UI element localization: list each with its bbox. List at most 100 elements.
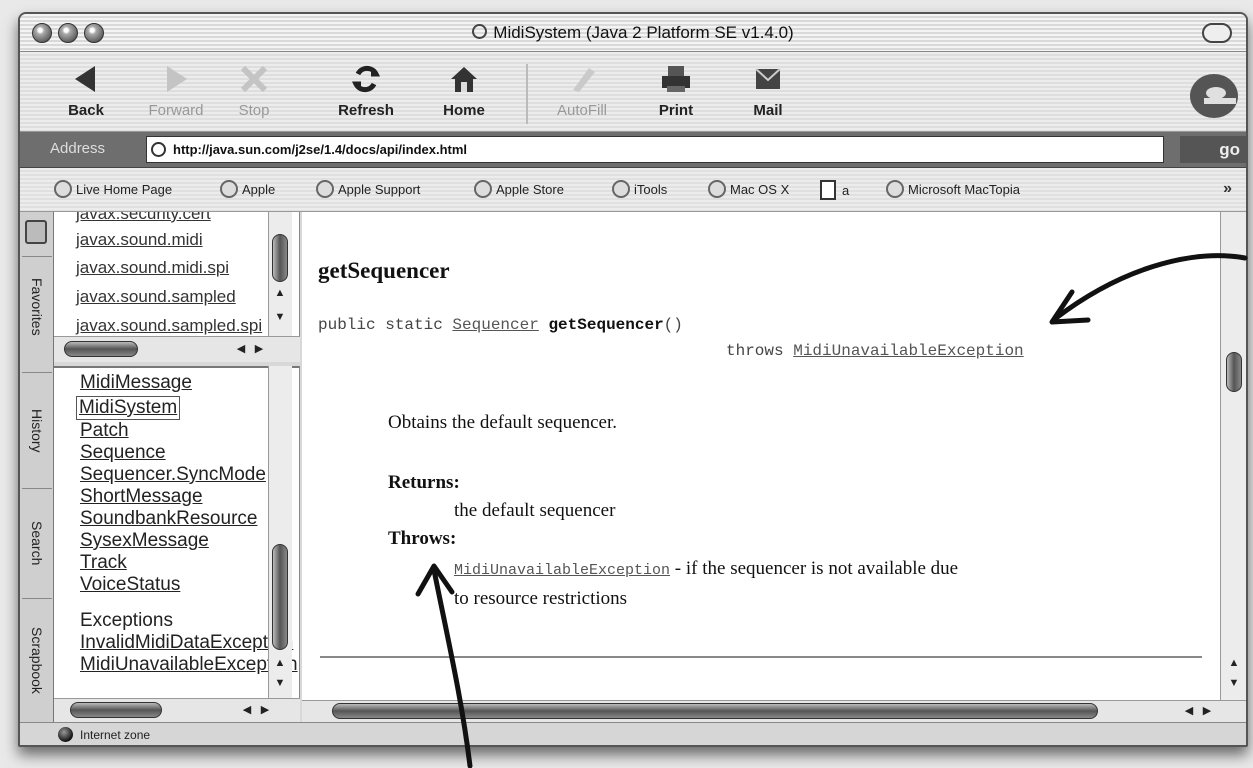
favorites-bar: Live Home Page Apple Apple Support Apple…: [20, 168, 1246, 212]
scroll-down-arrow-icon[interactable]: ▼: [273, 676, 287, 690]
mail-label: Mail: [753, 102, 783, 119]
scroll-thumb[interactable]: [1226, 352, 1242, 392]
method-title: getSequencer: [318, 258, 450, 283]
class-link[interactable]: Sequence: [80, 442, 166, 464]
scroll-thumb[interactable]: [64, 341, 138, 357]
package-link[interactable]: javax.sound.midi: [76, 230, 203, 250]
tab-favorites[interactable]: Favorites: [22, 256, 52, 356]
globe-icon: [708, 180, 726, 198]
package-link[interactable]: javax.sound.sampled.spi: [76, 316, 262, 336]
globe-icon: [220, 180, 238, 198]
content-hscroll[interactable]: ◀ ▶: [302, 700, 1246, 722]
fav-apple-support[interactable]: Apple Support: [316, 180, 420, 202]
scroll-down-arrow-icon[interactable]: ▼: [273, 310, 287, 324]
return-type-link[interactable]: Sequencer: [452, 316, 538, 334]
back-button[interactable]: Back: [46, 62, 126, 119]
class-link[interactable]: SysexMessage: [80, 530, 209, 552]
fav-mac-os-x[interactable]: Mac OS X: [708, 180, 789, 202]
method-description: Obtains the default sequencer.: [388, 412, 617, 433]
tab-scrapbook[interactable]: Scrapbook: [22, 598, 52, 722]
fav-apple-store[interactable]: Apple Store: [474, 180, 564, 202]
exception-doc-link[interactable]: MidiUnavailableException: [454, 562, 670, 579]
tab-label: History: [29, 408, 45, 453]
method-signature: public static Sequencer getSequencer(): [318, 316, 683, 334]
doc-content: getSequencer public static Sequencer get…: [302, 212, 1220, 700]
fav-itools[interactable]: iTools: [612, 180, 667, 202]
package-link[interactable]: javax.sound.midi.spi: [76, 258, 229, 278]
class-link[interactable]: Patch: [80, 420, 129, 442]
scroll-left-arrow-icon[interactable]: ◀: [234, 342, 248, 356]
class-link[interactable]: Sequencer.SyncMode: [80, 464, 266, 486]
throws-keyword: throws: [726, 342, 794, 360]
class-list-hscroll[interactable]: ◀ ▶: [54, 698, 300, 722]
printer-icon: [662, 66, 690, 92]
scroll-down-arrow-icon[interactable]: ▼: [1227, 676, 1241, 690]
content-vscroll[interactable]: ▲ ▼: [1220, 212, 1246, 700]
window-title-container: MidiSystem (Java 2 Platform SE v1.4.0): [20, 23, 1246, 43]
forward-button[interactable]: Forward: [136, 62, 216, 119]
scroll-thumb[interactable]: [272, 544, 288, 650]
package-list-hscroll[interactable]: ◀ ▶: [54, 336, 300, 362]
status-bar: Internet zone: [20, 722, 1246, 745]
scroll-up-arrow-icon[interactable]: ▲: [273, 656, 287, 670]
refresh-label: Refresh: [338, 102, 394, 119]
refresh-icon: [352, 65, 380, 93]
address-input[interactable]: [146, 136, 1164, 163]
package-list-vscroll[interactable]: ▲ ▼: [268, 212, 292, 336]
fav-label: Mac OS X: [730, 182, 790, 197]
globe-icon: [54, 180, 72, 198]
refresh-button[interactable]: Refresh: [326, 62, 406, 119]
print-button[interactable]: Print: [636, 62, 716, 119]
class-list: MidiMessage MidiSystem Patch Sequence Se…: [54, 366, 300, 698]
throws-type-link[interactable]: MidiUnavailableException: [793, 342, 1023, 360]
autofill-button[interactable]: AutoFill: [542, 62, 622, 119]
explorer-bar-toggle-icon[interactable]: [25, 220, 47, 244]
mail-icon: [755, 68, 781, 89]
scroll-thumb[interactable]: [272, 234, 288, 282]
scroll-left-arrow-icon[interactable]: ◀: [1182, 704, 1196, 718]
scroll-thumb[interactable]: [70, 702, 162, 718]
throws-label-text: Throws:: [388, 528, 457, 549]
class-link-selected[interactable]: MidiSystem: [76, 396, 181, 420]
signature-method-name: getSequencer: [548, 316, 664, 334]
stop-button[interactable]: Stop: [214, 62, 294, 119]
back-label: Back: [68, 102, 104, 119]
exception-link[interactable]: MidiUnavailableException: [80, 654, 298, 676]
class-link[interactable]: VoiceStatus: [80, 574, 180, 596]
home-button[interactable]: Home: [424, 62, 504, 119]
scroll-up-arrow-icon[interactable]: ▲: [1227, 656, 1241, 670]
fav-a[interactable]: a: [820, 180, 849, 202]
fav-live-home-page[interactable]: Live Home Page: [54, 180, 172, 202]
scroll-right-arrow-icon[interactable]: ▶: [258, 703, 272, 717]
scroll-thumb[interactable]: [332, 703, 1098, 719]
scroll-right-arrow-icon[interactable]: ▶: [1200, 704, 1214, 718]
tab-label: Favorites: [29, 277, 45, 336]
class-list-vscroll[interactable]: ▲ ▼: [268, 366, 292, 698]
title-bar: MidiSystem (Java 2 Platform SE v1.4.0): [20, 14, 1246, 52]
class-link[interactable]: Track: [80, 552, 127, 574]
scroll-left-arrow-icon[interactable]: ◀: [240, 703, 254, 717]
globe-icon: [472, 24, 488, 39]
exception-link[interactable]: InvalidMidiDataException: [80, 632, 293, 654]
globe-icon: [474, 180, 492, 198]
scroll-up-arrow-icon[interactable]: ▲: [273, 286, 287, 300]
fav-microsoft-mactopia[interactable]: Microsoft MacTopia: [886, 180, 1020, 202]
globe-icon: [316, 180, 334, 198]
forward-label: Forward: [148, 102, 204, 119]
class-link[interactable]: MidiMessage: [80, 372, 192, 394]
internet-zone-icon: [58, 727, 73, 742]
tab-history[interactable]: History: [22, 372, 52, 488]
package-link[interactable]: javax.security.cert: [76, 212, 211, 224]
autofill-icon: [573, 68, 595, 92]
favorites-more-chevron-icon[interactable]: »: [1223, 180, 1232, 198]
class-link[interactable]: ShortMessage: [80, 486, 203, 508]
package-link[interactable]: javax.sound.sampled: [76, 287, 236, 307]
scroll-right-arrow-icon[interactable]: ▶: [252, 342, 266, 356]
go-button[interactable]: go: [1180, 136, 1246, 163]
toolbar-toggle-button[interactable]: [1202, 23, 1232, 43]
fav-apple[interactable]: Apple: [220, 180, 275, 202]
tab-search[interactable]: Search: [22, 488, 52, 598]
mail-button[interactable]: Mail: [728, 62, 808, 119]
exceptions-heading: Exceptions: [80, 610, 173, 631]
class-link[interactable]: SoundbankResource: [80, 508, 257, 530]
